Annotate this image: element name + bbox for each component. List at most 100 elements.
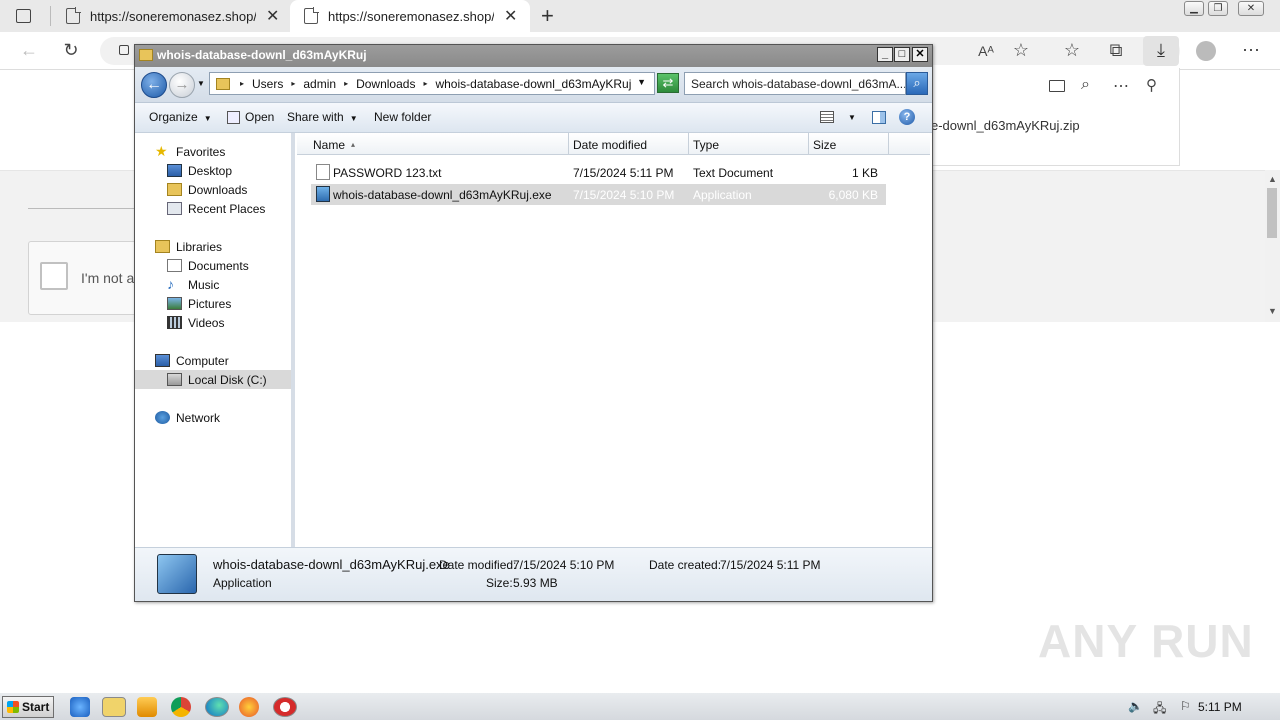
breadcrumb-downloads[interactable]: Downloads xyxy=(356,77,415,91)
pin-icon[interactable]: ⚲ xyxy=(1146,76,1157,94)
file-row[interactable]: whois-database-downl_d63mAyKRuj.exe 7/15… xyxy=(311,184,886,205)
close-button[interactable]: ✕ xyxy=(912,47,928,62)
minimize-button[interactable]: _ xyxy=(877,47,893,62)
page-icon xyxy=(304,7,319,24)
nav-documents[interactable]: Documents xyxy=(135,256,291,275)
preview-pane-icon[interactable] xyxy=(872,111,886,124)
nav-label: Local Disk (C:) xyxy=(188,372,267,387)
close-tab-icon[interactable]: ✕ xyxy=(504,6,517,26)
details-created-label: Date created: xyxy=(649,558,722,572)
share-with-button[interactable]: Share with ▼ xyxy=(287,110,358,124)
chevron-down-icon: ▼ xyxy=(203,114,212,123)
nav-computer[interactable]: Computer xyxy=(135,351,291,370)
add-favorite-icon[interactable]: ☆ xyxy=(1010,40,1032,61)
page-scrollbar[interactable]: ▲ ▼ xyxy=(1265,170,1280,322)
scrollbar-thumb[interactable] xyxy=(1267,188,1277,238)
nav-label: Favorites xyxy=(176,144,226,159)
new-tab-button[interactable]: + xyxy=(541,3,554,29)
browser-tab-1[interactable]: https://soneremonasez.shop/d ✕ xyxy=(52,0,290,32)
nav-videos[interactable]: Videos xyxy=(135,313,291,332)
explorer-title-bar[interactable]: whois-database-downl_d63mAyKRuj _ □ ✕ xyxy=(135,45,932,67)
nav-desktop[interactable]: Desktop xyxy=(135,161,291,180)
tab-actions-icon[interactable] xyxy=(16,9,31,23)
breadcrumb-users[interactable]: Users xyxy=(252,77,283,91)
forward-button[interactable]: → xyxy=(169,72,195,98)
nav-local-disk[interactable]: Local Disk (C:) xyxy=(135,370,291,389)
network-tray-icon[interactable]: 🖧 xyxy=(1153,699,1166,720)
scroll-down-icon[interactable]: ▼ xyxy=(1268,306,1277,316)
scroll-up-icon[interactable]: ▲ xyxy=(1268,174,1277,184)
back-arrow-icon[interactable]: ← xyxy=(18,40,40,61)
nav-recent-places[interactable]: Recent Places xyxy=(135,199,291,218)
minimize-window-button[interactable]: ▁ xyxy=(1184,1,1204,16)
ccleaner-icon[interactable] xyxy=(273,697,297,717)
close-window-button[interactable]: ✕ xyxy=(1238,1,1264,16)
chevron-right-icon[interactable]: ▸ xyxy=(344,79,348,88)
nav-network[interactable]: Network xyxy=(135,408,291,427)
view-options-chevron-icon[interactable]: ▼ xyxy=(848,113,856,122)
open-button[interactable]: Open xyxy=(245,110,274,124)
chevron-right-icon[interactable]: ▸ xyxy=(423,79,427,88)
download-file-name[interactable]: e-downl_d63mAyKRuj.zip xyxy=(931,118,1080,133)
firefox-icon[interactable] xyxy=(239,697,259,717)
nav-pictures[interactable]: Pictures xyxy=(135,294,291,313)
downloads-more-icon[interactable]: ⋯ xyxy=(1113,76,1129,96)
file-explorer-icon[interactable] xyxy=(102,697,126,717)
breadcrumb-admin[interactable]: admin xyxy=(303,77,336,91)
nav-libraries[interactable]: Libraries xyxy=(135,237,291,256)
media-player-icon[interactable] xyxy=(137,697,157,717)
collections-icon[interactable]: ⧉ xyxy=(1105,40,1127,61)
chevron-right-icon[interactable]: ▸ xyxy=(291,79,295,88)
nav-music[interactable]: ♪ Music xyxy=(135,275,291,294)
explorer-address-bar[interactable]: ▸ Users ▸ admin ▸ Downloads ▸ whois-data… xyxy=(209,72,655,95)
chrome-icon[interactable] xyxy=(171,697,191,717)
taskbar-clock[interactable]: 5:11 PM xyxy=(1198,700,1242,714)
column-header-name[interactable]: Name xyxy=(297,133,569,155)
organize-button[interactable]: Organize ▼ xyxy=(149,110,212,124)
volume-icon[interactable]: 🔈 xyxy=(1128,699,1143,713)
more-options-icon[interactable]: ⋯ xyxy=(1240,40,1262,61)
new-folder-button[interactable]: New folder xyxy=(374,110,431,124)
favorites-icon[interactable]: ☆ xyxy=(1061,40,1083,61)
organize-label: Organize xyxy=(149,110,198,124)
downloads-button[interactable]: ⤓ xyxy=(1143,36,1179,66)
edge-icon[interactable] xyxy=(205,697,229,717)
reload-icon[interactable]: ↻ xyxy=(60,40,82,61)
breadcrumb-current-folder[interactable]: whois-database-downl_d63mAyKRuj xyxy=(435,77,631,91)
nav-downloads[interactable]: Downloads xyxy=(135,180,291,199)
network-icon xyxy=(155,411,170,424)
recent-pages-icon[interactable]: ▼ xyxy=(197,79,205,88)
refresh-button[interactable]: ⇄ xyxy=(657,73,679,93)
file-type: Text Document xyxy=(693,166,774,180)
help-icon[interactable]: ? xyxy=(899,109,915,125)
search-icon[interactable]: ⌕ xyxy=(906,72,928,95)
tab-title: https://soneremonasez.shop/d xyxy=(90,8,256,24)
internet-explorer-icon[interactable] xyxy=(70,697,90,717)
maximize-button[interactable]: □ xyxy=(894,47,910,62)
search-downloads-icon[interactable]: ⌕ xyxy=(1081,76,1090,94)
column-header-date[interactable]: Date modified xyxy=(569,133,689,155)
file-row[interactable]: PASSWORD 123.txt 7/15/2024 5:11 PM Text … xyxy=(311,162,886,183)
chevron-right-icon[interactable]: ▸ xyxy=(240,79,244,88)
browser-tab-2[interactable]: https://soneremonasez.shop/d ✕ xyxy=(290,0,530,32)
lock-icon[interactable] xyxy=(119,45,129,55)
back-button[interactable]: ← xyxy=(141,72,167,98)
search-input[interactable]: Search whois-database-downl_d63mA... xyxy=(684,72,906,95)
nav-label: Downloads xyxy=(188,182,248,197)
profile-avatar[interactable] xyxy=(1196,41,1216,61)
nav-label: Documents xyxy=(188,258,249,273)
action-center-flag-icon[interactable]: ⚐ xyxy=(1180,699,1191,713)
open-folder-icon[interactable] xyxy=(1049,80,1065,92)
nav-favorites[interactable]: ★ Favorites xyxy=(135,142,291,161)
captcha-checkbox[interactable] xyxy=(40,262,68,290)
read-aloud-icon[interactable]: Aᴬ xyxy=(975,43,997,59)
chevron-down-icon[interactable]: ▼ xyxy=(637,77,646,87)
open-icon xyxy=(227,111,240,124)
restore-window-button[interactable]: ❐ xyxy=(1208,1,1228,16)
change-view-icon[interactable] xyxy=(820,111,834,123)
column-header-type[interactable]: Type xyxy=(689,133,809,155)
close-tab-icon[interactable]: ✕ xyxy=(266,6,279,26)
start-button[interactable]: Start xyxy=(2,696,54,718)
taskbar: Start 🔈 🖧 ⚐ 5:11 PM xyxy=(0,692,1280,720)
column-header-size[interactable]: Size xyxy=(809,133,889,155)
